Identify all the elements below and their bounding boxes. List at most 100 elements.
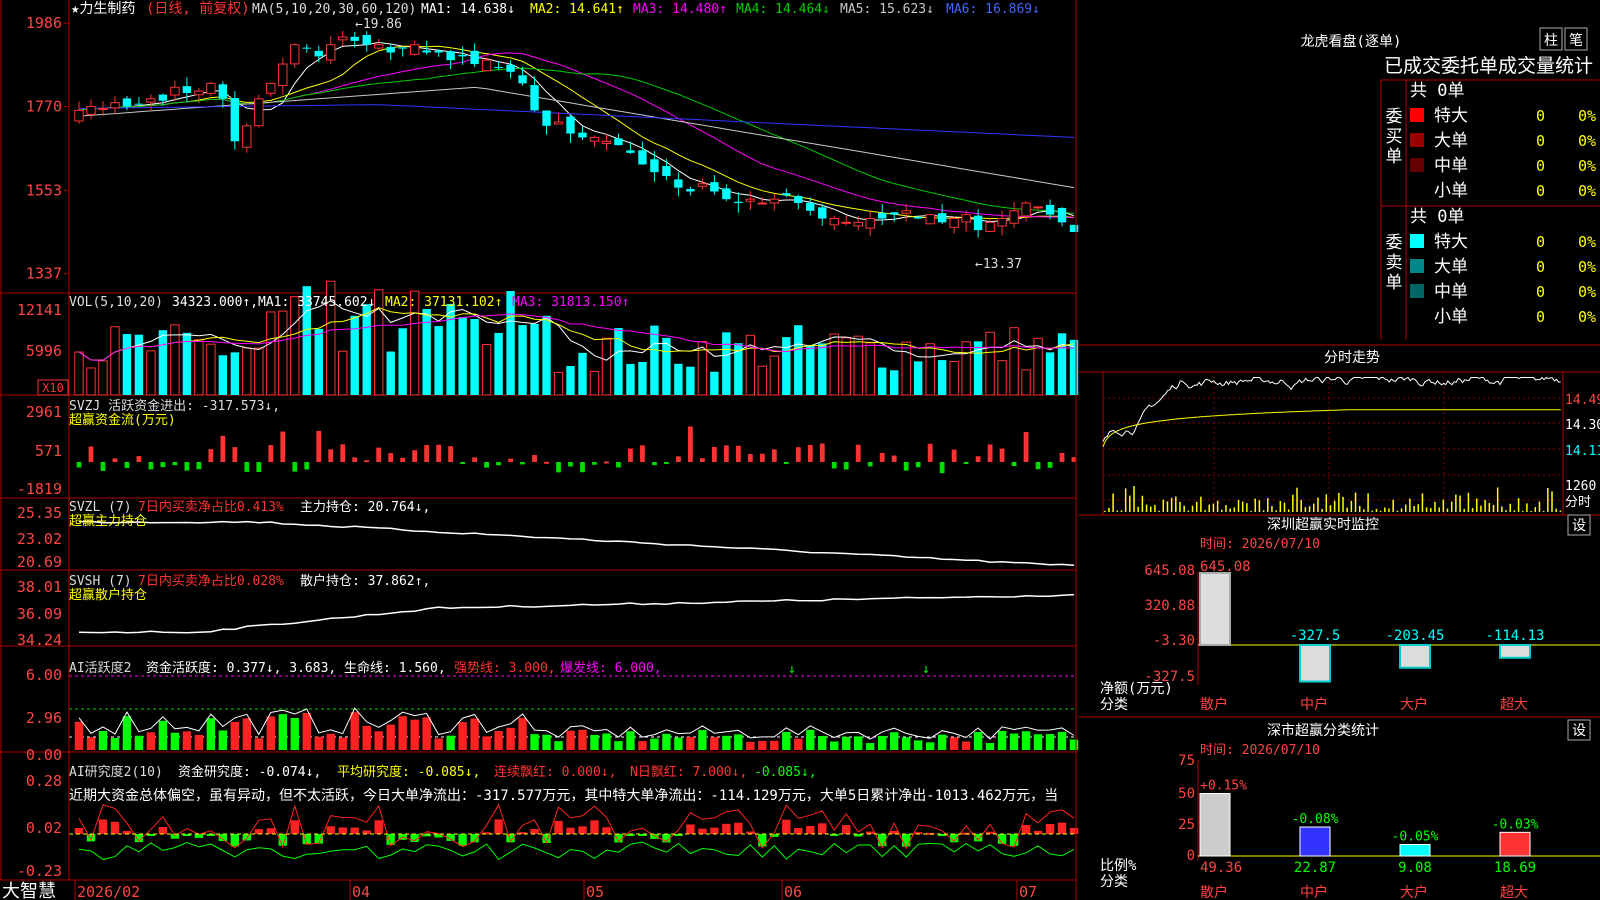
- candle: [745, 198, 756, 202]
- research-bar: [158, 826, 168, 834]
- svsh-ratio: 7日内买卖净占比0.028%: [138, 573, 284, 589]
- sz-bar-value-0: 645.08: [1200, 559, 1251, 575]
- fs-volume-bar: [1476, 498, 1478, 512]
- candle: [338, 36, 348, 41]
- fs-volume-bar: [1534, 507, 1537, 512]
- price-tick-2: 1553: [26, 181, 62, 199]
- candle: [266, 82, 276, 94]
- candle: [697, 183, 708, 187]
- fs-volume-bar: [1501, 506, 1503, 512]
- vol-tick-0: 12141: [17, 301, 62, 319]
- candle: [638, 150, 647, 165]
- fund-bar: [148, 462, 154, 470]
- volume-bar: [769, 355, 779, 396]
- ss-settings-label[interactable]: 设: [1572, 723, 1586, 739]
- svzj-tick-1: 571: [35, 442, 62, 460]
- volume-bar: [566, 365, 575, 395]
- fs-volume-bar: [1446, 508, 1449, 512]
- candle: [314, 50, 323, 57]
- candle: [158, 94, 168, 101]
- volume-bar: [757, 365, 768, 396]
- sz-settings-label[interactable]: 设: [1572, 518, 1586, 534]
- activity-bar: [158, 720, 168, 750]
- volume-bar: [314, 328, 323, 395]
- fund-bar: [903, 462, 909, 471]
- fs-volume-bar: [1463, 508, 1465, 512]
- fs-volume-bar: [1421, 493, 1424, 512]
- volume-bar: [110, 326, 120, 396]
- volume-bar: [794, 325, 803, 395]
- svzl-tick-1: 23.02: [17, 530, 62, 548]
- candle: [710, 182, 719, 192]
- activity-bar: [698, 729, 707, 750]
- volume-bar: [278, 310, 288, 396]
- activity-bar: [218, 730, 228, 750]
- fs-volume-bar: [1559, 510, 1562, 512]
- activity-bar: [901, 737, 911, 750]
- fs-volume-bar: [1162, 499, 1165, 512]
- low-label: ←13.37: [975, 257, 1022, 272]
- lhb-tick-label[interactable]: 笔: [1569, 33, 1583, 49]
- svsh-tick-2: 34.24: [17, 631, 62, 649]
- fund-bar: [112, 458, 118, 462]
- candle: [782, 193, 791, 196]
- fs-volume-bar: [1517, 498, 1520, 512]
- activity-bar: [290, 718, 299, 750]
- activity-bar: [889, 732, 899, 750]
- fund-bar: [1011, 462, 1017, 467]
- research-bar: [698, 828, 707, 834]
- fund-bar: [568, 462, 573, 467]
- fs-title: 分时走势: [1324, 350, 1380, 366]
- candle: [853, 221, 863, 227]
- activity-bar: [854, 736, 863, 750]
- activity-bar: [230, 721, 240, 750]
- fs-volume-bar: [1413, 506, 1415, 512]
- candle: [650, 159, 659, 173]
- sz-tick-1: 320.88: [1144, 598, 1195, 614]
- xaxis-label-0: 2026/02: [77, 883, 140, 900]
- xaxis-label-3: 06: [784, 883, 802, 900]
- fs-volume-bar: [1430, 508, 1432, 512]
- fs-volume-bar: [1195, 501, 1198, 512]
- activity-bar: [74, 721, 84, 750]
- fs-volume-bar: [1170, 497, 1173, 512]
- volume-bar: [638, 362, 647, 395]
- candle: [1069, 224, 1079, 233]
- volume-bar: [254, 347, 264, 396]
- fs-volume-bar: [1292, 494, 1294, 512]
- sell-count-1: 0: [1536, 258, 1545, 276]
- fund-bar: [604, 461, 609, 464]
- candle: [841, 221, 851, 224]
- fund-bar: [628, 448, 633, 462]
- fund-bar: [759, 453, 765, 462]
- fs-volume-bar: [1212, 503, 1215, 512]
- fund-bar: [1023, 432, 1029, 462]
- activity-bar: [842, 736, 851, 750]
- svzl-sub: 超赢主力持仓: [69, 513, 147, 529]
- fs-volume-bar: [1388, 508, 1390, 512]
- fs-volume-bar: [1551, 491, 1553, 512]
- fund-bar: [448, 446, 454, 462]
- candle: [553, 121, 564, 125]
- lhb-bar-label[interactable]: 柱: [1544, 33, 1558, 49]
- fs-volume-bar: [1488, 503, 1491, 512]
- candle: [961, 214, 971, 223]
- sz-xlabel: 分类: [1100, 697, 1128, 713]
- candle: [985, 221, 995, 232]
- stock-title: ★力生制药: [71, 1, 135, 17]
- candle: [530, 85, 539, 111]
- fund-bar: [328, 449, 334, 462]
- candle: [422, 50, 431, 53]
- activity-bar: [446, 735, 455, 750]
- lhb-title: 龙虎看盘(逐单): [1301, 33, 1402, 50]
- fs-tick-1: 14.30: [1565, 418, 1600, 433]
- fund-bar: [196, 462, 202, 470]
- ai2-research: 资金研究度: -0.074↓,: [178, 764, 321, 780]
- fund-bar: [352, 457, 358, 462]
- research-bar: [494, 819, 503, 834]
- candle: [1021, 202, 1031, 217]
- fs-volume-bar: [1229, 508, 1231, 512]
- buy-label-2: 中单: [1434, 156, 1468, 176]
- activity-bar: [925, 742, 935, 750]
- volume-bar: [481, 344, 492, 396]
